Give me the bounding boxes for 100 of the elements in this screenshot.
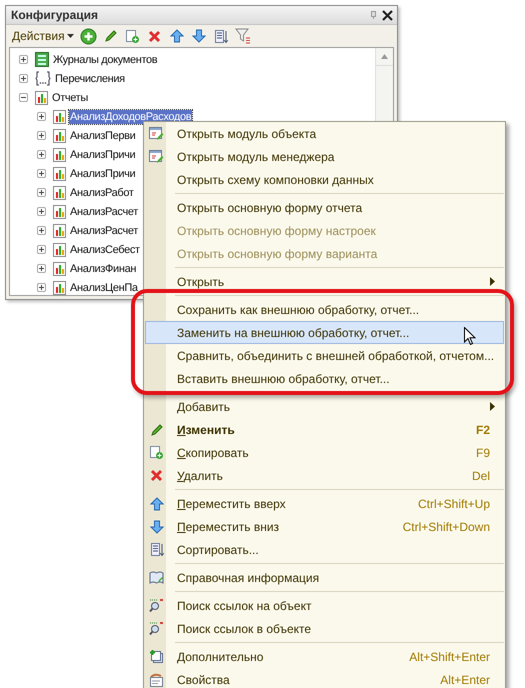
arrow-up-icon: [150, 496, 164, 510]
menu-item-label: Открыть основную форму настроек: [177, 224, 376, 238]
tree-item[interactable]: АнализПерви: [69, 128, 136, 142]
tree-item[interactable]: АнализФинан: [69, 262, 138, 276]
tree-item[interactable]: Журналы документов: [52, 52, 158, 66]
menu-item[interactable]: Удалить Del: [145, 464, 504, 487]
report-icon: [53, 262, 66, 276]
menu-item-label: Заменить на внешнюю обработку, отчет...: [177, 326, 410, 340]
tree-item[interactable]: АнализСебест: [69, 242, 141, 256]
report-icon: [53, 242, 66, 256]
expand-toggle[interactable]: [37, 150, 46, 159]
expand-toggle[interactable]: [19, 55, 28, 64]
arrow-down-icon: [150, 520, 164, 534]
menu-item[interactable]: Справочная информация: [145, 566, 504, 589]
expand-toggle[interactable]: [37, 245, 46, 254]
menu-item-label: Переместить вниз: [177, 520, 280, 534]
expand-toggle[interactable]: [37, 207, 46, 216]
menu-item-label: Открыть основную форму отчета: [177, 200, 362, 214]
delete-icon: [150, 469, 163, 482]
tree-item[interactable]: АнализПричи: [69, 166, 136, 180]
menu-item[interactable]: Открыть схему компоновки данных: [145, 168, 504, 191]
menu-item-label: Поиск ссылок на объект: [177, 598, 312, 612]
menu-item-label: Свойства: [177, 672, 230, 686]
expand-toggle[interactable]: [19, 74, 28, 83]
report-icon: [53, 204, 66, 218]
menu-item[interactable]: Свойства Alt+Enter: [145, 668, 504, 688]
pencil-icon: [150, 422, 164, 436]
tree-item[interactable]: АнализРасчет: [69, 224, 139, 238]
shortcut-label: Alt+Shift+Enter: [409, 650, 491, 664]
tree-item[interactable]: Перечисления: [54, 72, 126, 86]
tree-item[interactable]: АнализРабот: [69, 186, 135, 200]
expand-toggle[interactable]: [37, 131, 46, 140]
report-icon: [53, 128, 66, 142]
menu-item[interactable]: Вставить внешнюю обработку, отчет...: [145, 367, 504, 390]
journal-icon: [35, 52, 49, 67]
menu-item-label: Дополнительно: [177, 650, 264, 664]
scroll-up-icon[interactable]: [381, 54, 388, 59]
tree-item[interactable]: АнализРасчет: [69, 204, 139, 218]
menu-item-label: Открыть схему компоновки данных: [177, 172, 374, 186]
copy-button[interactable]: [124, 27, 142, 45]
caret-icon: [66, 34, 74, 38]
collapse-toggle[interactable]: [19, 93, 28, 102]
book-icon: [149, 570, 164, 584]
report-icon: [53, 186, 66, 200]
expand-toggle[interactable]: [37, 112, 46, 121]
menu-item-label: Вставить внешнюю обработку, отчет...: [177, 372, 390, 386]
window-title: Конфигурация: [11, 8, 98, 22]
menu-item-label: Удалить: [177, 468, 223, 482]
expand-toggle[interactable]: [37, 226, 46, 235]
shortcut-label: F2: [476, 422, 491, 436]
menu-item[interactable]: Сравнить, объединить с внешней обработкой, отчетом...: [145, 344, 504, 367]
menu-item[interactable]: Переместить вверх Ctrl+Shift+Up: [145, 492, 504, 515]
menu-item[interactable]: Открыть модуль менеджера: [145, 145, 504, 168]
menu-item[interactable]: Открыть основную форму отчета: [145, 196, 504, 219]
menu-item-label: Открыть модуль объекта: [177, 126, 316, 140]
search-links-icon: [149, 621, 164, 636]
add-button[interactable]: [80, 27, 98, 45]
menu-item[interactable]: Поиск ссылок на объект: [145, 594, 504, 617]
menu-item[interactable]: Скопировать F9: [145, 441, 504, 464]
add-copy-icon: [149, 649, 164, 664]
menu-item[interactable]: Сохранить как внешнюю обработку, отчет...: [145, 298, 504, 321]
tree-item[interactable]: Отчеты: [51, 90, 89, 104]
menu-item[interactable]: Дополнительно Alt+Shift+Enter: [145, 645, 504, 668]
expand-toggle[interactable]: [37, 264, 46, 273]
report-icon: [35, 90, 48, 104]
sort-icon: [150, 542, 164, 557]
tree-item[interactable]: АнализПричи: [69, 148, 136, 162]
expand-toggle[interactable]: [37, 169, 46, 178]
report-icon: [53, 110, 66, 124]
move-down-button[interactable]: [190, 27, 208, 45]
menu-item-label: Справочная информация: [177, 570, 320, 584]
report-icon: [53, 224, 66, 238]
shortcut-label: Ctrl+Shift+Up: [418, 496, 491, 510]
menu-item[interactable]: Добавить: [145, 395, 504, 418]
menu-item[interactable]: Изменить F2: [145, 418, 504, 441]
filter-button[interactable]: [234, 27, 252, 45]
search-links-icon: [149, 598, 164, 613]
tree-item[interactable]: АнализДоходовРасходов: [69, 110, 192, 124]
menu-item[interactable]: Переместить вниз Ctrl+Shift+Down: [145, 515, 504, 538]
menu-item-label: Переместить вверх: [177, 496, 286, 510]
close-icon[interactable]: [382, 10, 393, 20]
tree-item[interactable]: АнализЦенПа: [69, 280, 139, 294]
module-icon: [149, 150, 164, 164]
copy-icon: [149, 445, 164, 460]
menu-item[interactable]: Открыть модуль объекта: [145, 122, 504, 145]
mouse-cursor-icon: [464, 327, 476, 346]
menu-item-label: Сравнить, объединить с внешней обработкой, отчетом...: [177, 348, 494, 362]
menu-item-label: Поиск ссылок в объекте: [177, 622, 312, 636]
menu-item-label: Открыть: [177, 274, 224, 288]
menu-item[interactable]: Открыть: [145, 270, 504, 293]
expand-toggle[interactable]: [37, 283, 46, 292]
shortcut-label: Ctrl+Shift+Down: [402, 520, 491, 534]
actions-menu-button[interactable]: Действия: [10, 29, 76, 43]
menu-item[interactable]: Сортировать...: [145, 538, 504, 561]
shortcut-label: Alt+Enter: [440, 672, 491, 686]
expand-toggle[interactable]: [37, 188, 46, 197]
shortcut-label: Del: [472, 468, 491, 482]
move-up-button[interactable]: [168, 27, 186, 45]
menu-item[interactable]: Поиск ссылок в объекте: [145, 617, 504, 640]
menu-item[interactable]: Заменить на внешнюю обработку, отчет...: [145, 321, 504, 344]
